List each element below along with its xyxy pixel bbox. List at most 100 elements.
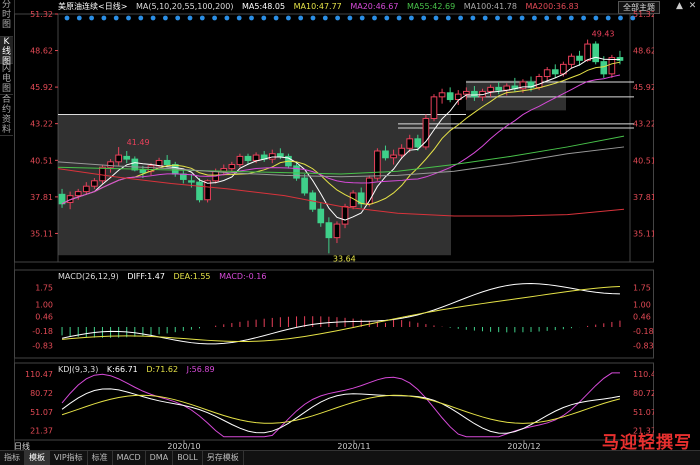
left-high-label: 41.49 <box>127 138 150 147</box>
kdj-tick-left: 21.37 <box>30 427 53 436</box>
candle-body <box>365 177 373 205</box>
macd-tick-right: 1.00 <box>633 301 651 310</box>
macd-tick-right: -0.83 <box>633 342 654 351</box>
watermark-text: 马迎轻撰写 <box>602 433 692 453</box>
macd-diff-line <box>61 283 620 345</box>
sidebar-tab-kline[interactable]: K线图 <box>0 37 13 67</box>
kdj-tick-left: 110.47 <box>25 370 53 379</box>
kline-chart[interactable]: 51.32 51.32 48.62 48.62 45.92 45.92 43.22 43.22… <box>14 0 654 450</box>
price-tick-label-left: 48.62 <box>30 47 53 56</box>
candle-body <box>82 185 90 193</box>
kdj-title: KDJ(9,3,3) <box>58 365 99 374</box>
tab-template[interactable]: 模板 <box>25 451 50 465</box>
price-tick-label-right: 51.32 <box>633 10 654 19</box>
candle-body <box>576 55 583 61</box>
candle-body <box>382 150 389 159</box>
candle-body <box>592 43 600 63</box>
candle-body <box>430 96 438 120</box>
candle-body <box>301 177 308 194</box>
price-tick-label-right: 43.22 <box>633 120 654 129</box>
candle-body <box>131 158 139 171</box>
candle-body <box>268 153 276 160</box>
kdj-j: J:56.89 <box>186 365 215 374</box>
candle-body <box>317 208 325 224</box>
candle-body <box>584 43 591 61</box>
candle-body <box>568 55 575 65</box>
candle-body <box>535 76 543 88</box>
period-sidebar: 分时图 K线图 闪电图 合约资料 <box>0 0 15 450</box>
macd-title-row: MACD(26,12,9) DIFF:1.47 DEA:1.55 MACD:-0… <box>58 272 272 281</box>
tab-boll[interactable]: BOLL <box>173 451 203 465</box>
price-tick-label-right: 35.11 <box>633 229 654 238</box>
candle-body <box>107 161 114 168</box>
candle-body <box>252 154 260 161</box>
kdj-panel-frame <box>14 362 654 441</box>
price-tick-label-left: 37.81 <box>30 193 53 202</box>
candle-body <box>244 155 252 161</box>
candle-body <box>325 222 333 239</box>
candle-body <box>422 118 430 148</box>
candle-body <box>551 69 559 75</box>
candle-body <box>115 154 122 163</box>
price-tick-label-left: 43.22 <box>30 120 53 129</box>
candle-body <box>446 92 454 101</box>
candle-body <box>471 90 478 98</box>
tab-vip-indicator[interactable]: VIP指标 <box>50 451 88 465</box>
candle-body <box>374 150 381 179</box>
tab-dma[interactable]: DMA <box>146 451 174 465</box>
macd-tick-right: -0.18 <box>633 327 654 336</box>
macd-title: MACD(26,12,9) <box>58 272 119 281</box>
kdj-tick-right: 51.07 <box>633 408 654 417</box>
macd-value: MACD:-0.16 <box>219 272 267 281</box>
candle-body <box>495 86 503 91</box>
candle-body <box>277 153 284 157</box>
macd-tick-left: 1.00 <box>35 301 53 310</box>
price-tick-label-right: 48.62 <box>633 47 654 56</box>
tab-save-template[interactable]: 另存模板 <box>203 451 244 465</box>
macd-tick-left: -0.83 <box>32 342 53 351</box>
macd-tick-right: 0.46 <box>633 313 651 322</box>
kdj-k: K:66.71 <box>106 365 138 374</box>
candle-body <box>236 155 244 166</box>
candle-body <box>91 180 98 187</box>
x-axis-label: 2020/12 <box>507 442 540 450</box>
sidebar-tab-flash[interactable]: 闪电图 <box>0 64 13 95</box>
x-axis-label: 2020/10 <box>167 442 200 450</box>
close-icon[interactable]: ✕ <box>687 1 698 12</box>
price-tick-label-right: 45.92 <box>633 83 654 92</box>
tab-indicator[interactable]: 指标 <box>0 451 25 465</box>
macd-tick-right: 1.75 <box>633 284 651 293</box>
kdj-d: D:71.62 <box>146 365 179 374</box>
candle-body <box>543 69 551 78</box>
kdj-title-row: KDJ(9,3,3) K:66.71 D:71.62 J:56.89 <box>58 365 221 374</box>
candle-body <box>163 159 171 166</box>
sidebar-tab-contract-info[interactable]: 合约资料 <box>0 95 13 136</box>
price-tick-label-left: 51.32 <box>30 10 53 19</box>
candle-body <box>196 181 203 201</box>
candle-body <box>398 147 405 156</box>
candle-body <box>99 166 106 182</box>
macd-tick-left: 1.75 <box>35 284 53 293</box>
tab-standard[interactable]: 标准 <box>88 451 113 465</box>
candle-body <box>608 57 616 75</box>
kdj-j-line <box>61 372 620 438</box>
macd-dea-line <box>62 285 620 343</box>
candle-body <box>487 86 494 92</box>
candle-body <box>600 61 608 75</box>
price-tick-label-left: 45.92 <box>30 83 53 92</box>
kdj-d-line <box>61 394 621 424</box>
candle-body <box>406 138 414 149</box>
price-tick-label-left: 35.11 <box>30 229 53 238</box>
bottom-toolbar: 指标 模板 VIP指标 标准 MACD DMA BOLL 另存模板 <box>0 450 700 465</box>
x-axis-label: 2020/11 <box>337 442 370 450</box>
tab-macd[interactable]: MACD <box>113 451 146 465</box>
range-box-left <box>58 114 451 256</box>
arrow-up-icon[interactable]: ▲ <box>674 1 685 12</box>
kdj-tick-left: 80.72 <box>30 389 53 398</box>
macd-panel-frame <box>14 269 654 359</box>
macd-tick-left: -0.18 <box>32 327 53 336</box>
candle-body <box>333 223 341 239</box>
sidebar-tab-timeshare[interactable]: 分时图 <box>0 0 13 37</box>
macd-tick-left: 0.46 <box>35 313 53 322</box>
kdj-tick-right: 80.72 <box>633 389 654 398</box>
